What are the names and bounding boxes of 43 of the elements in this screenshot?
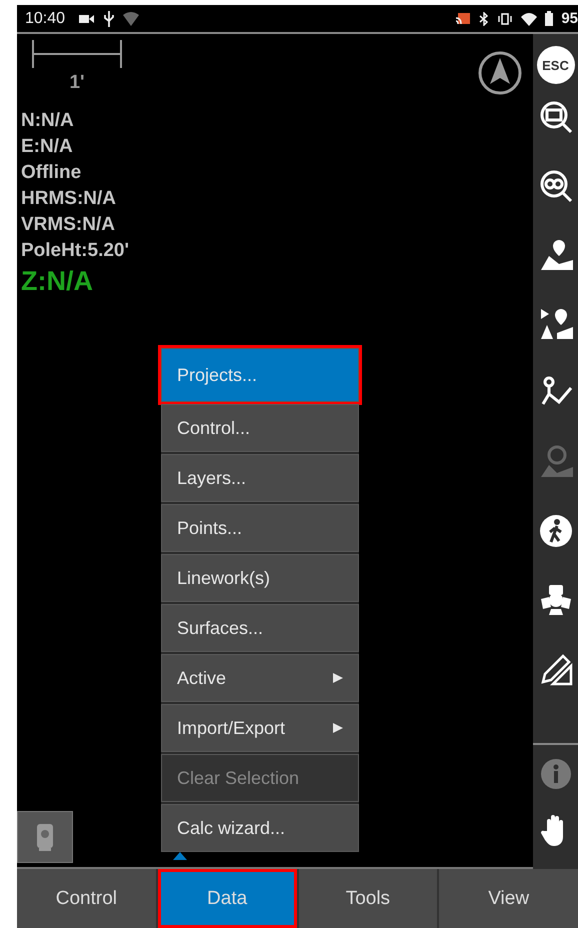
coordinate-readout: PoleHt:5.20': [21, 239, 129, 263]
coordinate-readout: Z:N/A: [21, 265, 93, 298]
menu-item[interactable]: Projects...: [161, 348, 359, 402]
video-camera-icon: [79, 12, 96, 24]
battery-level: 95: [561, 10, 578, 27]
zoom-all-icon[interactable]: [538, 169, 572, 203]
scale-label: 1': [69, 72, 85, 94]
menu-item[interactable]: Linework(s): [161, 554, 359, 602]
menu-pointer-icon: [173, 852, 187, 860]
instrument-icon: [34, 822, 56, 852]
vibrate-icon: [497, 12, 514, 24]
signal-icon: [521, 12, 538, 26]
bluetooth-icon: [479, 12, 490, 26]
bottom-tab[interactable]: Data: [158, 869, 296, 928]
menu-item[interactable]: Layers...: [161, 454, 359, 502]
coordinate-readout: VRMS:N/A: [21, 213, 115, 237]
instrument-icon[interactable]: [538, 583, 572, 617]
bottom-tab[interactable]: Tools: [298, 869, 438, 928]
menu-item[interactable]: Surfaces...: [161, 604, 359, 652]
battery-icon: [545, 11, 554, 26]
bottom-tab[interactable]: Control: [17, 869, 156, 928]
bottom-tab[interactable]: View: [439, 869, 578, 928]
coordinate-readout: Offline: [21, 161, 82, 185]
walk-icon[interactable]: [538, 514, 572, 548]
coordinate-readout: N:N/A: [21, 109, 74, 133]
menu-item[interactable]: Active: [161, 654, 359, 702]
wifi-icon: [123, 12, 140, 26]
zoom-extents-icon[interactable]: [538, 100, 572, 134]
menu-item[interactable]: Import/Export: [161, 704, 359, 752]
label-pin-icon[interactable]: [538, 307, 572, 341]
menu-item[interactable]: Control...: [161, 404, 359, 452]
usb-icon: [103, 10, 116, 26]
cast-icon: [455, 12, 472, 26]
map-pin-icon[interactable]: [538, 238, 572, 272]
menu-item[interactable]: Points...: [161, 504, 359, 552]
escape-button[interactable]: ESC: [536, 46, 574, 84]
scale-bar-icon: [31, 38, 123, 70]
coordinate-readout: E:N/A: [21, 135, 73, 159]
pencil-ruler-icon[interactable]: [538, 652, 572, 686]
menu-item[interactable]: Calc wizard...: [161, 804, 359, 852]
coordinate-readout: HRMS:N/A: [21, 187, 116, 211]
clock: 10:40: [25, 10, 66, 28]
instrument-button[interactable]: [17, 811, 73, 863]
